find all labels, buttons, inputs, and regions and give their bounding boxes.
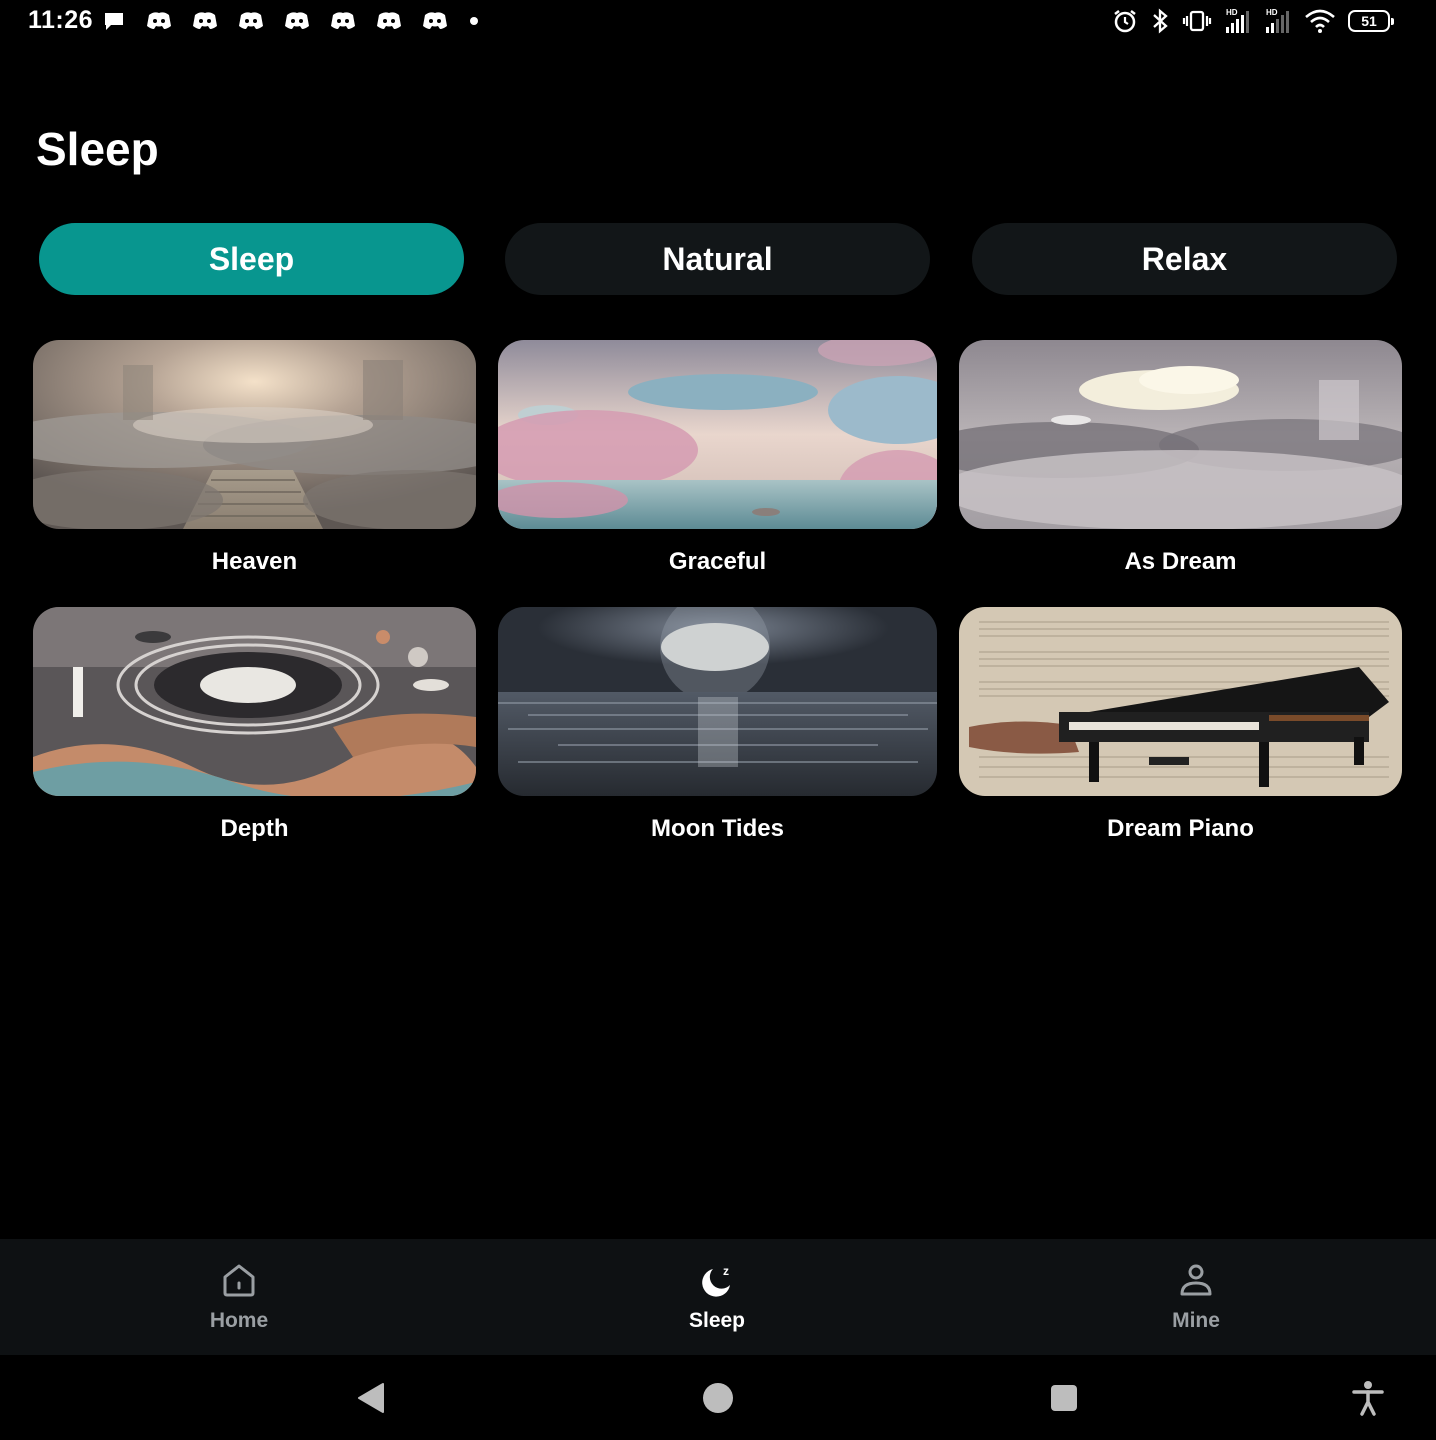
- system-nav-bar: [0, 1356, 1436, 1440]
- sound-title: Depth: [220, 815, 289, 842]
- discord-icon: [193, 12, 217, 30]
- discord-icon: [423, 12, 447, 30]
- sound-title: Heaven: [211, 548, 298, 575]
- sound-card-dream-piano[interactable]: Dream Piano: [959, 607, 1402, 847]
- vibrate-icon: [1182, 10, 1212, 32]
- wifi-icon: [1305, 9, 1335, 33]
- sound-thumbnail: [498, 607, 937, 796]
- sound-thumbnail: [33, 340, 476, 529]
- battery-icon: 51: [1348, 10, 1394, 32]
- person-icon: [1180, 1264, 1212, 1296]
- discord-icon: [239, 12, 263, 30]
- sound-title: As Dream: [1124, 548, 1237, 575]
- discord-icon: [331, 12, 355, 30]
- svg-text:HD: HD: [1226, 8, 1238, 17]
- alarm-icon: [1114, 10, 1136, 33]
- nav-sleep[interactable]: z Sleep: [617, 1261, 817, 1333]
- tab-sleep[interactable]: Sleep: [39, 223, 464, 295]
- bottom-nav: Home z Sleep Mine: [0, 1239, 1436, 1355]
- bluetooth-icon: [1153, 8, 1168, 34]
- back-icon[interactable]: [355, 1382, 387, 1414]
- svg-text:z: z: [723, 1264, 729, 1278]
- nav-sleep-label: Sleep: [688, 1309, 746, 1332]
- status-bar: 11:26 HD HD 51: [0, 0, 1436, 44]
- tab-natural[interactable]: Natural: [505, 223, 930, 295]
- sound-thumbnail: [498, 340, 937, 529]
- nav-home-label: Home: [209, 1309, 269, 1332]
- sound-card-moon-tides[interactable]: Moon Tides: [498, 607, 937, 847]
- notification-icons: [102, 9, 480, 33]
- nav-home[interactable]: Home: [139, 1261, 339, 1333]
- home-icon: [223, 1264, 255, 1297]
- sound-thumbnail: [959, 340, 1402, 529]
- sound-card-heaven[interactable]: Heaven: [33, 340, 476, 580]
- nav-mine-label: Mine: [1172, 1309, 1220, 1332]
- sound-title: Graceful: [668, 548, 767, 575]
- nav-mine[interactable]: Mine: [1096, 1261, 1296, 1333]
- discord-icon: [377, 12, 401, 30]
- recents-icon[interactable]: [1050, 1384, 1078, 1412]
- discord-icon: [147, 12, 171, 30]
- discord-icon: [285, 12, 309, 30]
- signal-hd-icon: HD: [1226, 8, 1249, 33]
- sound-card-as-dream[interactable]: As Dream: [959, 340, 1402, 580]
- accessibility-icon[interactable]: [1352, 1380, 1384, 1416]
- sound-title: Dream Piano: [1107, 815, 1254, 842]
- sound-card-graceful[interactable]: Graceful: [498, 340, 937, 580]
- status-time: 11:26: [28, 6, 94, 34]
- sound-thumbnail: [33, 607, 476, 796]
- sound-card-depth[interactable]: Depth: [33, 607, 476, 847]
- tab-relax[interactable]: Relax: [972, 223, 1397, 295]
- moon-sleep-icon: z: [702, 1264, 730, 1297]
- status-icons: HD HD 51: [1112, 7, 1394, 35]
- sound-title: Moon Tides: [651, 815, 784, 842]
- battery-level: 51: [1361, 13, 1377, 29]
- chat-bubble-icon: [105, 13, 123, 30]
- signal-hd-icon: HD: [1266, 8, 1289, 33]
- sound-thumbnail: [959, 607, 1402, 796]
- page-title: Sleep: [36, 123, 159, 175]
- svg-text:HD: HD: [1266, 8, 1278, 17]
- home-circle-icon[interactable]: [702, 1382, 734, 1414]
- dot-icon: [470, 17, 478, 25]
